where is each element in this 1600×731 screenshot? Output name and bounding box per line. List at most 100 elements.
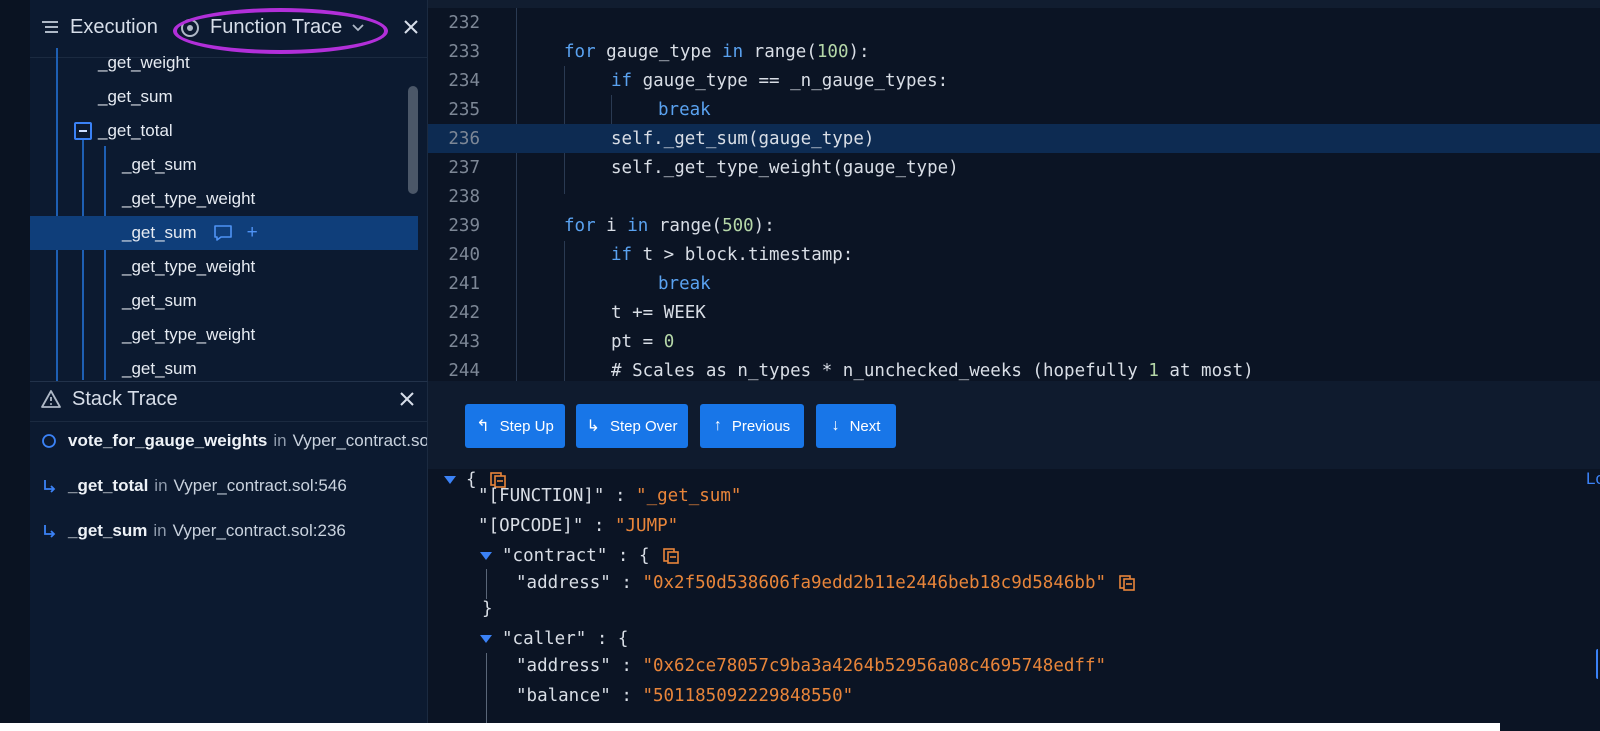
frame-in: in [154,476,168,495]
comment-icon[interactable] [213,224,233,242]
list-icon [42,20,58,33]
code-editor[interactable]: 232 233 for gauge_type in range(100): 234 if… [428,0,1600,381]
tree-item[interactable]: _get_type_weight [30,250,418,284]
tab-execution[interactable]: Execution [40,16,158,39]
expand-toggle[interactable] [480,635,492,643]
code-line[interactable]: 233 for gauge_type in range(100): [428,37,1600,66]
code-line[interactable]: 238 [428,182,1600,211]
stack-frame[interactable]: vote_for_gauge_weights in Vyper_contract… [38,426,427,456]
add-icon[interactable]: + [247,222,258,244]
code-text: for i in range(500): [564,216,775,236]
line-number: 238 [448,186,480,207]
tree-item[interactable]: _get_total [30,114,418,148]
code-token: 500 [722,215,754,236]
step-up-button[interactable]: ↰ Step Up [465,404,565,448]
scrollbar-thumb[interactable] [408,86,418,194]
code-line[interactable]: 241 break [428,269,1600,298]
edge-marker [1596,649,1600,679]
code-token: break [658,273,711,294]
previous-button[interactable]: ↑ Previous [700,404,804,448]
step-over-icon: ↳ [586,418,600,435]
code-line[interactable]: 234 if gauge_type == _n_gauge_types: [428,66,1600,95]
chevron-down-icon[interactable] [352,23,364,32]
code-token: ): [753,215,775,236]
tree-item-label: _get_sum [122,223,197,242]
line-number: 237 [448,157,480,178]
code-line[interactable]: 243 pt = 0 [428,327,1600,356]
copy-icon[interactable] [662,547,680,565]
tree-item[interactable]: _get_sum [30,284,418,318]
code-token: range( [743,41,817,62]
expand-toggle[interactable] [444,476,456,484]
code-line[interactable]: 232 [428,8,1600,37]
code-line[interactable]: 239 for i in range(500): [428,211,1600,240]
code-text: self._get_type_weight(gauge_type) [611,158,959,178]
code-token: self._get_type_weight(gauge_type) [611,157,959,178]
arrow-up-icon: ↑ [713,417,722,434]
tree-item[interactable]: _get_sum [30,80,418,114]
code-line[interactable]: 236 self._get_sum(gauge_type) [428,124,1600,153]
code-token: i [595,215,628,236]
code-text: for gauge_type in range(100): [564,42,870,62]
json-key: "[FUNCTION]" [478,486,605,506]
tree-item[interactable]: _get_sum + [30,216,418,250]
line-number: 233 [448,41,480,62]
tree-item[interactable]: _get_type_weight [30,182,418,216]
truncated-link[interactable]: Lo [1586,469,1600,489]
json-value: "0x2f50d538606fa9edd2b11e2446beb18c9d584… [642,573,1107,593]
code-line[interactable]: 242 t += WEEK [428,298,1600,327]
json-contract-address-line: "address" : "0x2f50d538606fa9edd2b11e244… [516,570,1136,596]
code-token: for [564,41,596,62]
json-colon: : { [586,629,629,649]
next-button[interactable]: ↓ Next [816,404,896,448]
return-arrow-icon [38,520,60,542]
tree-item-label: _get_type_weight [122,325,256,344]
code-token: at most) [1158,360,1254,381]
target-icon [181,18,199,37]
collapse-toggle-icon[interactable] [74,122,92,140]
tree-item-label: _get_type_weight [122,257,256,276]
frame-function: _get_sum [68,521,148,540]
arrow-down-icon: ↓ [831,417,840,434]
tree-item[interactable]: _get_sum [30,352,418,381]
code-text: break [658,274,711,294]
code-token: if [611,244,633,265]
json-value: "0x62ce78057c9ba3a4264b52956a08c4695748e… [642,656,1107,676]
return-arrow-icon [38,475,60,497]
stack-frame[interactable]: _get_sum in Vyper_contract.sol:236 [38,516,427,546]
code-token: gauge_type == _n_gauge_types: [632,70,949,91]
copy-icon[interactable] [1118,574,1136,592]
tree-item-label: _get_type_weight [122,189,256,208]
line-number: 241 [448,273,480,294]
json-guide [486,569,487,599]
json-caller-address-line: "address" : "0x62ce78057c9ba3a4264b52956… [516,653,1106,679]
line-number: 232 [448,12,480,33]
json-colon: : [610,573,643,593]
tree-item[interactable]: _get_weight [30,46,418,80]
tree-item-label: _get_sum [122,291,197,310]
code-line[interactable]: 235 break [428,95,1600,124]
step-over-button[interactable]: ↳ Step Over [576,404,688,448]
line-number: 235 [448,99,480,120]
json-colon: : [583,516,615,536]
code-line[interactable]: 237 self._get_type_weight(gauge_type) [428,153,1600,182]
code-line[interactable]: 240 if t > block.timestamp: [428,240,1600,269]
row-actions: + [213,222,258,244]
tab-function-trace[interactable]: Function Trace [180,16,374,39]
close-icon[interactable] [398,390,416,408]
expand-toggle[interactable] [480,552,492,560]
tree-item[interactable]: _get_type_weight [30,318,418,352]
code-line[interactable]: 244 # Scales as n_types * n_unchecked_wee… [428,356,1600,381]
code-token: # Scales as n_types * n_unchecked_weeks … [611,360,1149,381]
code-token: if [611,70,633,91]
code-token: ): [848,41,870,62]
json-colon: : [604,486,637,506]
frame-function: _get_total [68,476,149,495]
json-open-brace: { [466,470,477,490]
code-token: gauge_type [595,41,723,62]
tree-item[interactable]: _get_sum [30,148,418,182]
close-icon[interactable] [402,18,420,36]
editor-topbar [428,0,1600,8]
stack-frame[interactable]: _get_total in Vyper_contract.sol:546 [38,471,427,501]
warning-icon [41,390,61,408]
